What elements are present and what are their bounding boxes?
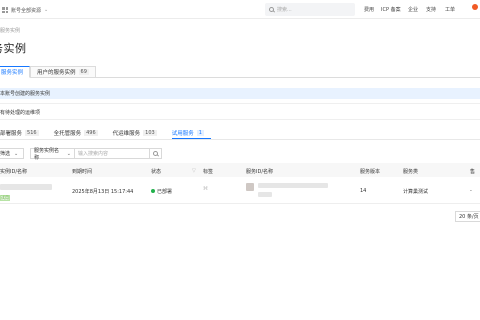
tab-count: 69 bbox=[78, 69, 89, 75]
filter-select-label: 筛选 bbox=[0, 151, 11, 157]
col-version: 服务版本 bbox=[360, 169, 381, 175]
expiry-time: 2025年8月13日 15:17:44 bbox=[72, 189, 134, 195]
tab-trial-service[interactable]: 试用服务 1 bbox=[171, 127, 211, 139]
tab-label: 用户的服务实例 bbox=[37, 70, 76, 76]
nav-ticket[interactable]: 工单 bbox=[445, 6, 455, 13]
search-button[interactable] bbox=[150, 148, 162, 159]
search-field-select[interactable]: 服务实例名称 ⌄ bbox=[30, 147, 75, 161]
tab-count: 1 bbox=[196, 129, 204, 136]
main-tabs: 服务实例 用户的服务实例 69 bbox=[0, 66, 96, 78]
page-size-label: 20 条/页 bbox=[459, 214, 479, 220]
page-title: 务实例 bbox=[0, 42, 27, 55]
search-field-label: 服务实例名称 bbox=[34, 147, 60, 161]
search-input-placeholder: 输入搜索内容 bbox=[78, 151, 109, 157]
service-logo bbox=[246, 183, 254, 191]
pending-ops-text: 有待处理的运维项 bbox=[0, 110, 41, 116]
divider bbox=[0, 103, 480, 104]
search-input[interactable]: 输入搜索内容 bbox=[75, 148, 150, 159]
col-status: 状态 bbox=[151, 169, 162, 175]
page-size-select[interactable]: 20 条/页 bbox=[455, 211, 480, 222]
tab-managed-service[interactable]: 全托管服务 496 bbox=[54, 127, 105, 139]
col-service-type: 服务类 bbox=[403, 169, 419, 175]
chevron-down-icon: ⌄ bbox=[14, 150, 19, 157]
table-row: 试用 2025年8月13日 15:17:44 已部署 ⌘ 14 计算巢测试 - bbox=[0, 177, 480, 204]
tab-label: 服务实例 bbox=[1, 70, 24, 76]
trial-tag-text: 试用 bbox=[1, 195, 9, 200]
col-expiry: 到期时间 bbox=[72, 169, 93, 175]
tag-icon[interactable]: ⌘ bbox=[203, 186, 208, 192]
status-dot-icon bbox=[151, 189, 155, 193]
nav-enterprise[interactable]: 企业 bbox=[408, 6, 418, 13]
tab-user-service-instances[interactable]: 用户的服务实例 69 bbox=[30, 66, 96, 78]
status-badge: 已部署 bbox=[151, 188, 172, 195]
info-banner-text: 本账号创建的服务实例 bbox=[0, 91, 51, 97]
filter-icon[interactable]: ▽ bbox=[192, 168, 196, 174]
nav-support[interactable]: 支持 bbox=[426, 6, 436, 13]
extra-value: - bbox=[470, 188, 472, 194]
tab-label: 部署服务 bbox=[0, 131, 23, 137]
col-tags: 标签 bbox=[203, 169, 214, 175]
tab-label: 试用服务 bbox=[171, 130, 194, 137]
top-bar: 账号全部资源 ⌄ 搜索... 费用 ICP 备案 企业 支持 工单 bbox=[0, 0, 480, 19]
search-group: 服务实例名称 ⌄ 输入搜索内容 bbox=[30, 147, 162, 161]
tab-service-instances[interactable]: 服务实例 bbox=[0, 66, 31, 78]
instance-id-link[interactable] bbox=[0, 184, 52, 190]
service-version: 14 bbox=[360, 188, 367, 194]
tab-count: 516 bbox=[25, 130, 39, 136]
tab-label: 代运维服务 bbox=[112, 131, 141, 137]
col-extra: 售 bbox=[470, 169, 476, 175]
info-banner: 本账号创建的服务实例 bbox=[0, 88, 480, 99]
tab-count: 103 bbox=[143, 130, 157, 136]
nav-icp[interactable]: ICP 备案 bbox=[381, 6, 401, 13]
chevron-down-icon: ⌄ bbox=[66, 150, 71, 157]
tab-count: 496 bbox=[84, 130, 98, 136]
nav-billing[interactable]: 费用 bbox=[364, 6, 374, 13]
account-resource-selector[interactable]: 账号全部资源 ⌄ bbox=[2, 4, 48, 16]
chevron-down-icon: ⌄ bbox=[44, 7, 49, 13]
table-header: 实例ID/名称 到期时间 状态 ▽ 标签 服务ID/名称 服务版本 服务类 售 bbox=[0, 163, 480, 177]
grid-icon bbox=[2, 7, 8, 13]
search-icon bbox=[269, 7, 274, 12]
search-icon bbox=[153, 151, 158, 156]
filter-bar: 筛选 ⌄ bbox=[0, 148, 24, 159]
avatar[interactable] bbox=[472, 4, 478, 10]
trial-tag: 试用 bbox=[0, 195, 10, 201]
global-search-input[interactable]: 搜索... bbox=[265, 3, 355, 16]
tab-deploy-service[interactable]: 部署服务 516 bbox=[0, 127, 46, 139]
service-name bbox=[258, 192, 272, 197]
service-id-link[interactable] bbox=[258, 183, 328, 188]
tab-ops-service[interactable]: 代运维服务 103 bbox=[113, 127, 164, 139]
service-type: 计算巢测试 bbox=[403, 189, 429, 195]
col-instance: 实例ID/名称 bbox=[0, 169, 28, 175]
subtabs-divider bbox=[0, 139, 480, 140]
breadcrumb[interactable]: 服务实例 bbox=[0, 27, 20, 34]
service-type-tabs: 部署服务 516 全托管服务 496 代运维服务 103 试用服务 1 bbox=[0, 127, 219, 139]
status-text: 已部署 bbox=[157, 189, 173, 195]
col-service: 服务ID/名称 bbox=[246, 169, 274, 175]
divider bbox=[0, 119, 480, 120]
search-placeholder: 搜索... bbox=[277, 7, 292, 13]
tab-label: 全托管服务 bbox=[53, 131, 82, 137]
account-label: 账号全部资源 bbox=[11, 7, 42, 14]
filter-select[interactable]: 筛选 ⌄ bbox=[0, 148, 24, 159]
